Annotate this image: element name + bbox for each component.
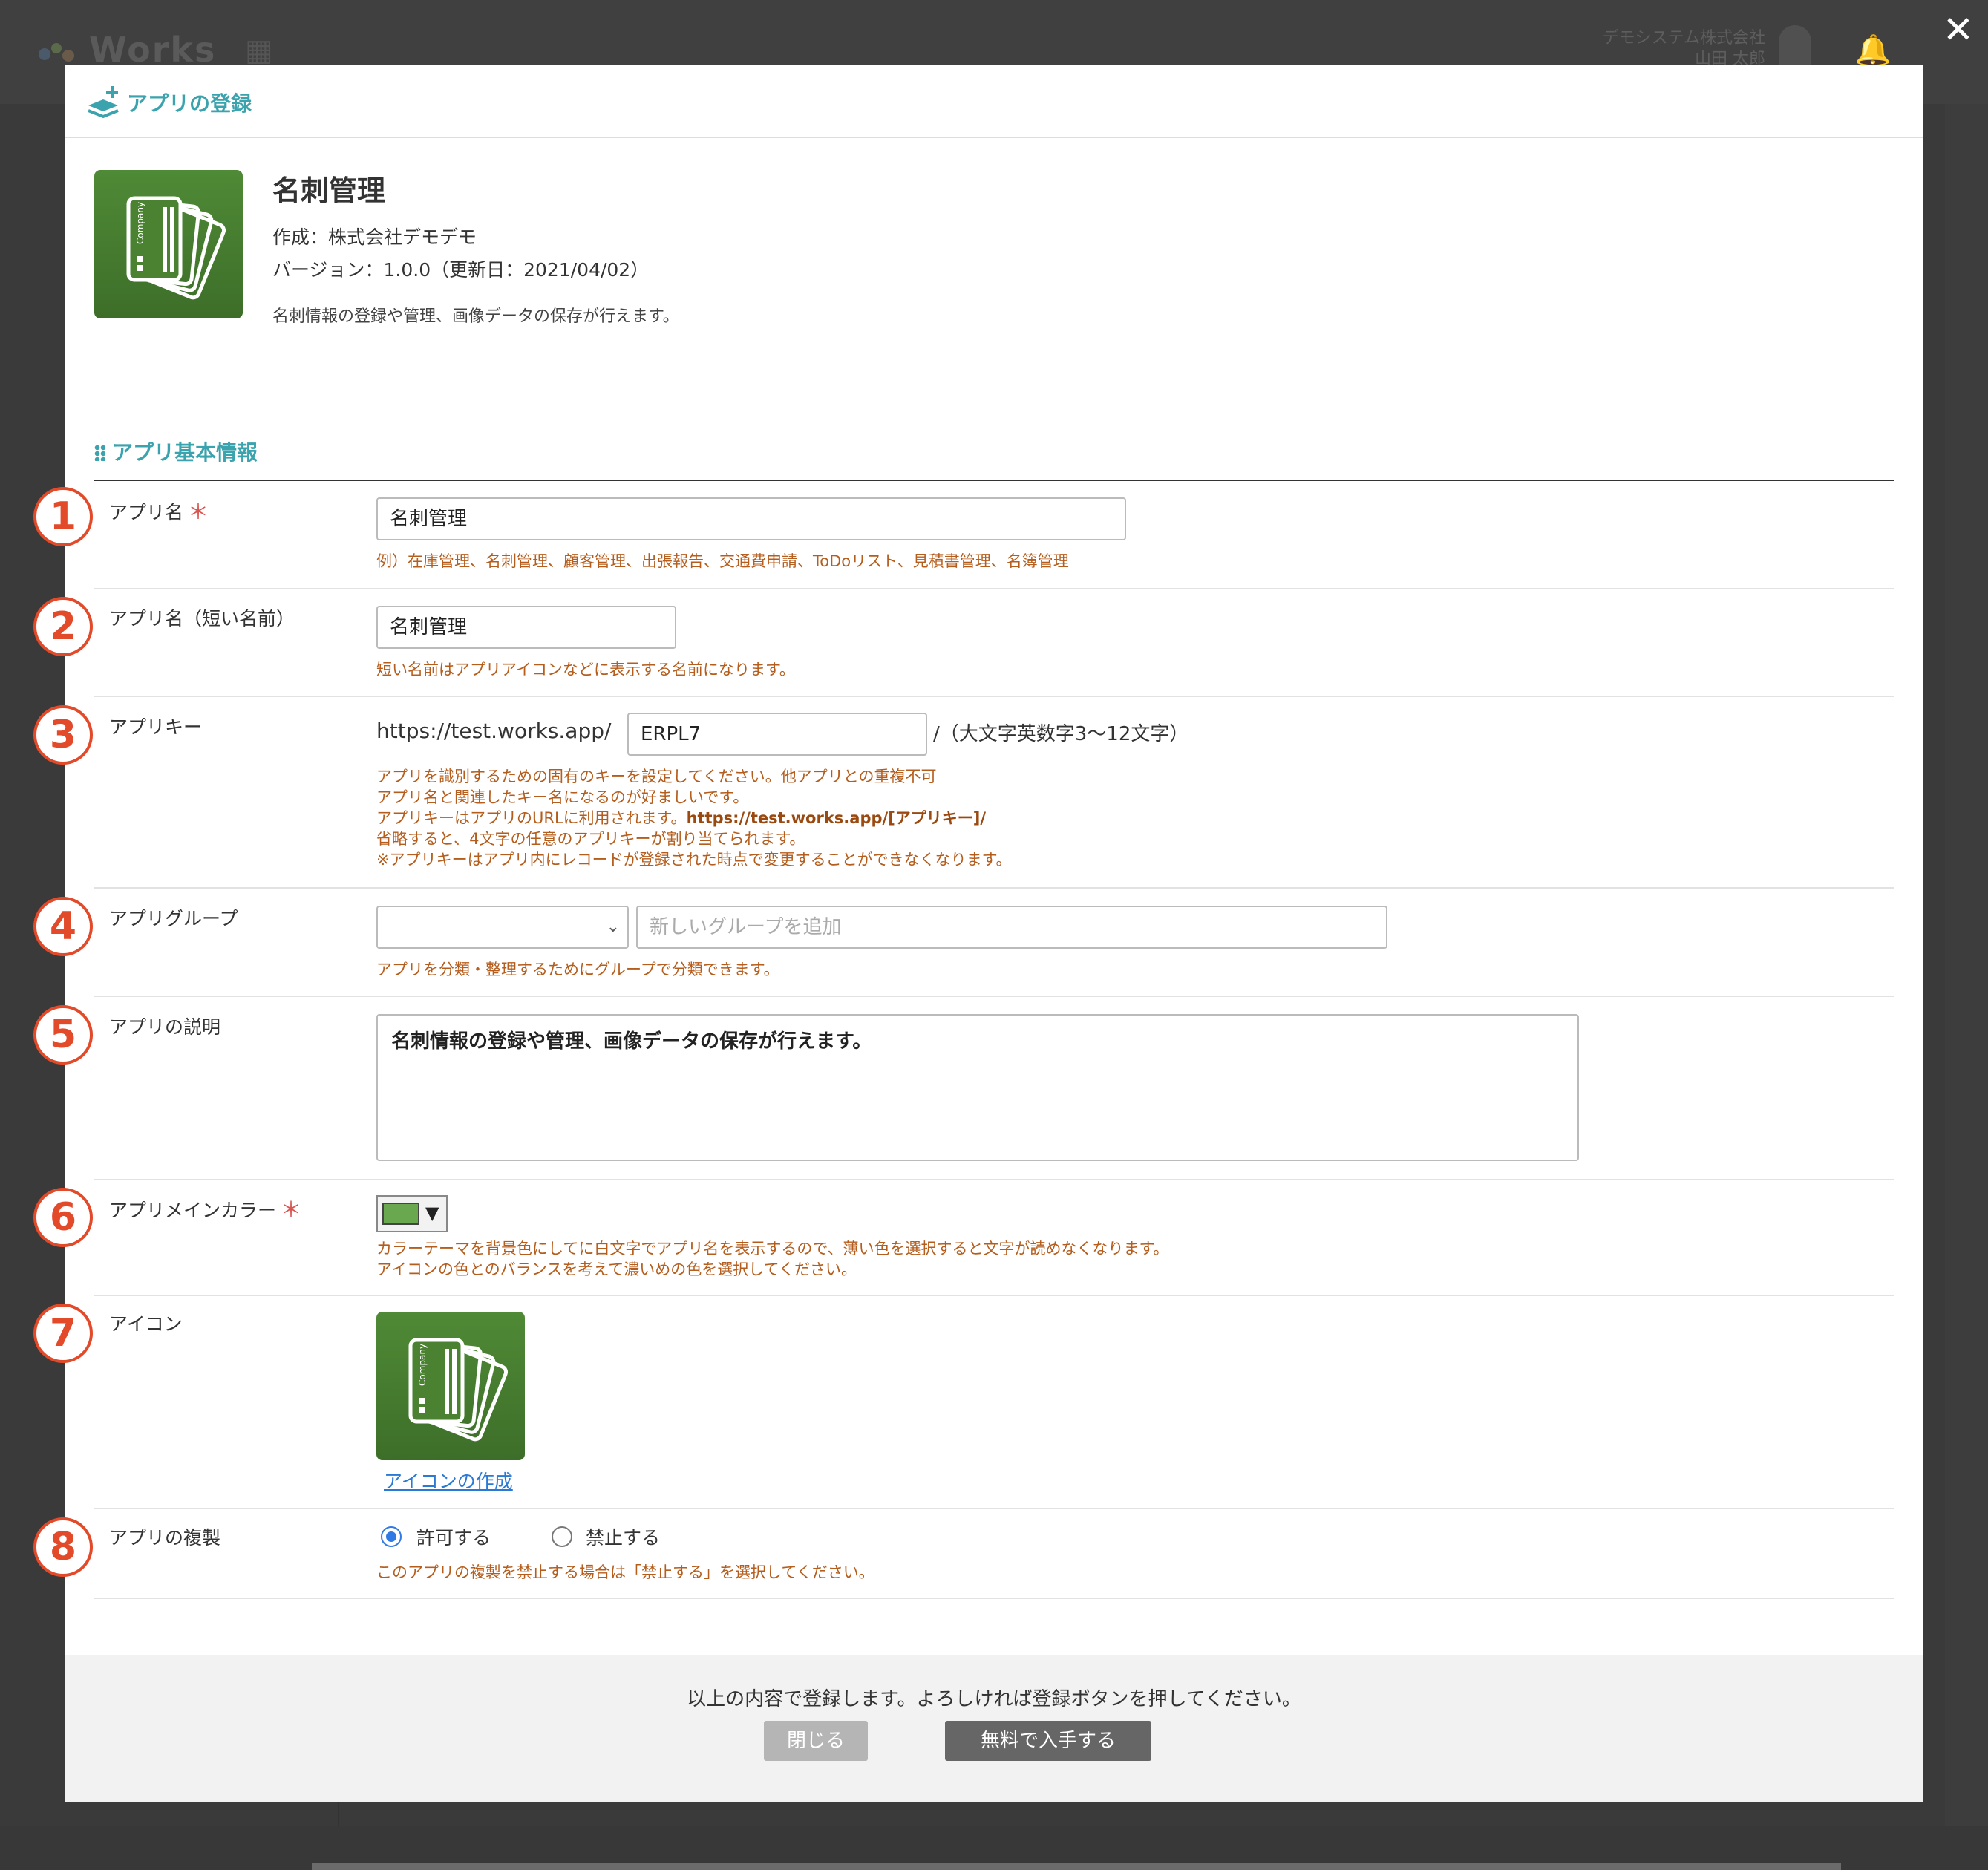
- app-description: 名刺情報の登録や管理、画像データの保存が行えます。: [272, 307, 679, 326]
- close-icon[interactable]: ✕: [1939, 10, 1978, 49]
- app-name-input[interactable]: 名刺管理: [376, 497, 1126, 540]
- app-group-select[interactable]: ⌄: [376, 906, 629, 949]
- step-badge-1: 1: [33, 487, 93, 546]
- divider: [94, 887, 1894, 889]
- radio-allow-label[interactable]: 許可する: [416, 1523, 491, 1550]
- new-group-input[interactable]: 新しいグループを追加: [636, 906, 1387, 949]
- step-badge-5: 5: [33, 1005, 93, 1065]
- app-icon: Company: [94, 170, 243, 318]
- short-name-label: アプリ名（短い名前）: [109, 608, 295, 630]
- avatar: [1779, 25, 1811, 70]
- main-color-label: アプリメインカラー＊: [109, 1197, 302, 1222]
- modal-title: アプリの登録: [127, 91, 252, 116]
- app-logo: Works: [36, 30, 216, 70]
- divider: [94, 1295, 1894, 1296]
- app-title: 名刺管理: [272, 174, 386, 207]
- step-badge-2: 2: [33, 597, 93, 656]
- app-key-hint: アプリを識別するための固有のキーを設定してください。他アプリとの重複不可 アプリ…: [376, 768, 1012, 869]
- business-card-icon: Company: [408, 1338, 509, 1442]
- app-name-label: アプリ名＊: [109, 500, 209, 524]
- step-badge-4: 4: [33, 897, 93, 956]
- app-key-format-note: /（大文字英数字3〜12文字）: [933, 723, 1189, 745]
- duplicate-label: アプリの複製: [109, 1527, 221, 1549]
- step-badge-3: 3: [33, 705, 93, 765]
- divider: [94, 1508, 1894, 1509]
- description-label: アプリの説明: [109, 1016, 221, 1038]
- app-author: 作成：株式会社デモデモ: [272, 226, 477, 248]
- create-icon-link[interactable]: アイコンの作成: [384, 1467, 513, 1494]
- app-key-label: アプリキー: [109, 716, 203, 738]
- short-name-input[interactable]: 名刺管理: [376, 606, 676, 649]
- app-register-modal: アプリの登録 Company 名刺管理 作成：株式会社デモデモ バージョン：1.…: [33, 65, 1923, 1802]
- chevron-down-icon: ⌄: [606, 918, 620, 936]
- divider: [94, 696, 1894, 697]
- radio-allow[interactable]: [381, 1526, 402, 1547]
- app-name-hint: 例）在庫管理、名刺管理、顧客管理、出張報告、交通費申請、ToDoリスト、見積書管…: [376, 552, 1069, 570]
- divider: [94, 480, 1894, 481]
- description-textarea[interactable]: 名刺情報の登録や管理、画像データの保存が行えます。: [376, 1014, 1579, 1161]
- main-color-picker[interactable]: ▼: [376, 1195, 448, 1232]
- divider: [94, 1598, 1894, 1599]
- divider: [94, 1179, 1894, 1180]
- step-badge-6: 6: [33, 1188, 93, 1247]
- divider: [94, 588, 1894, 589]
- app-group-hint: アプリを分類・整理するためにグループで分類できます。: [376, 961, 779, 978]
- apps-grid-icon: ▦: [245, 33, 273, 68]
- app-group-label: アプリグループ: [109, 908, 238, 929]
- company-name: デモシステム株式会社 山田 太郎: [1602, 29, 1765, 68]
- get-free-button[interactable]: 無料で入手する: [945, 1721, 1151, 1761]
- required-mark: ＊: [188, 500, 209, 524]
- close-button[interactable]: 閉じる: [764, 1721, 868, 1761]
- background-content: [1945, 104, 1988, 1870]
- svg-text:Company: Company: [417, 1344, 428, 1386]
- app-version: バージョン：1.0.0（更新日：2021/04/02）: [272, 259, 650, 281]
- step-badge-7: 7: [33, 1304, 93, 1363]
- radio-forbid[interactable]: [552, 1526, 572, 1547]
- required-mark: ＊: [281, 1197, 302, 1222]
- business-card-icon: Company: [126, 196, 226, 300]
- app-key-input[interactable]: ERPL7: [627, 713, 927, 756]
- icon-label: アイコン: [109, 1313, 183, 1335]
- svg-text:Company: Company: [135, 202, 145, 244]
- grip-icon: [94, 445, 105, 461]
- color-swatch: [382, 1203, 419, 1225]
- caret-down-icon: ▼: [425, 1203, 439, 1223]
- bell-icon: 🔔: [1854, 33, 1891, 68]
- footer-message: 以上の内容で登録します。よろしければ登録ボタンを押してください。: [687, 1688, 1301, 1710]
- main-color-hint: カラーテーマを背景色にしてに白文字でアプリ名を表示するので、薄い色を選択すると文…: [376, 1240, 1169, 1278]
- background-scroll-bar: [312, 1863, 1841, 1870]
- logo-mark-icon: [39, 42, 74, 62]
- short-name-hint: 短い名前はアプリアイコンなどに表示する名前になります。: [376, 661, 795, 679]
- app-icon-preview[interactable]: Company: [376, 1312, 525, 1460]
- step-badge-8: 8: [33, 1517, 93, 1577]
- modal-header: アプリの登録: [65, 65, 1923, 138]
- layers-add-icon: [88, 86, 119, 119]
- modal-footer: 以上の内容で登録します。よろしければ登録ボタンを押してください。 閉じる 無料で…: [65, 1655, 1923, 1802]
- divider: [94, 996, 1894, 997]
- app-key-url-prefix: https://test.works.app/: [376, 719, 612, 743]
- duplicate-hint: このアプリの複製を禁止する場合は「禁止する」を選択してください。: [376, 1563, 874, 1581]
- section-title: アプリ基本情報: [94, 437, 258, 466]
- radio-forbid-label[interactable]: 禁止する: [586, 1523, 660, 1550]
